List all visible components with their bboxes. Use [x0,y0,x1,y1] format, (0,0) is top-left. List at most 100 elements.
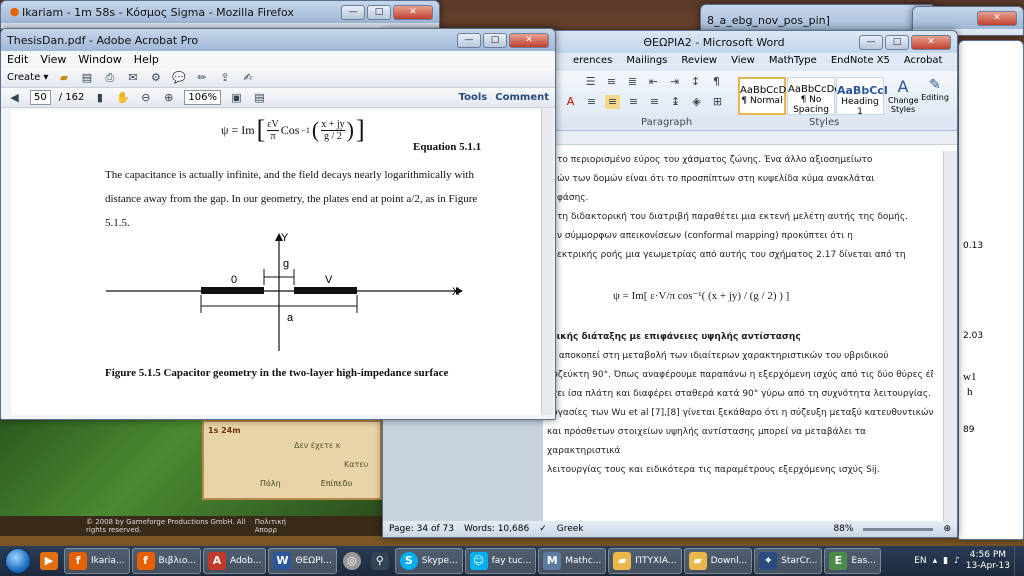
borders-icon[interactable]: ⊞ [710,95,725,109]
align-center-icon[interactable]: ≡ [605,95,620,109]
sort-icon[interactable]: ↕ [688,75,703,89]
close-button[interactable]: ✕ [977,10,1017,26]
network-icon[interactable]: ▮ [943,556,948,566]
create-button[interactable]: Create ▾ [7,72,48,83]
firefox-titlebar[interactable]: ● Ikariam - 1m 58s - Κόσμος Sigma - Mozi… [1,1,439,23]
comment-bubble-icon[interactable]: 💬 [171,71,186,85]
close-button[interactable]: ✕ [393,4,433,20]
background-window-2-titlebar[interactable]: ✕ [913,7,1023,29]
save-icon[interactable]: ▤ [79,71,94,85]
select-icon[interactable]: ▮ [92,91,107,105]
minimize-button[interactable]: — [859,34,883,50]
tab-review[interactable]: Review [681,55,717,71]
taskbar-item-adobe[interactable]: A Adob... [202,548,267,574]
taskbar-item-mathcad[interactable]: M Mathc... [538,548,607,574]
status-language[interactable]: Greek [557,524,584,534]
taskbar-item-skype[interactable]: S Skype... [394,548,463,574]
zoom-select[interactable]: 106% [184,90,221,105]
maximize-button[interactable]: □ [367,4,391,20]
show-desktop-button[interactable] [1014,546,1024,576]
font-color-icon[interactable]: A [563,95,578,109]
language-indicator[interactable]: EN [914,556,926,566]
taskbar-item-steam[interactable]: ⚲ [367,548,393,574]
align-left-icon[interactable]: ≡ [584,95,599,109]
highlight-icon[interactable]: ✏ [194,71,209,85]
taskbar-item-media[interactable]: ▶ [36,548,62,574]
hand-icon[interactable]: ✋ [115,91,130,105]
increase-indent-icon[interactable]: ⇥ [667,75,682,89]
print-icon[interactable]: ⎙ [102,71,117,85]
decrease-indent-icon[interactable]: ⇤ [646,75,661,89]
taskbar-item-easy[interactable]: E Eas... [824,548,881,574]
fit-page-icon[interactable]: ▣ [229,91,244,105]
tools-pane-button[interactable]: Tools [459,92,488,103]
taskbar-item-chat[interactable]: ☺ fay tuc... [464,548,537,574]
word-scrollbar[interactable] [943,151,957,521]
zoom-in-icon[interactable]: ⊕ [161,91,176,105]
share-icon[interactable]: ⇪ [217,71,232,85]
pdf-scrollbar[interactable] [541,109,553,415]
right-partial-window[interactable]: 0.13 2.03 w1 h 89 [958,40,1024,540]
volume-icon[interactable]: ♪ [954,556,960,566]
taskbar-item-vivlio[interactable]: f Βιβλιο... [131,548,201,574]
taskbar-item-ikariam[interactable]: f Ikaria... [64,548,130,574]
status-page[interactable]: Page: 34 of 73 [389,524,454,534]
taskbar-item-downloads[interactable]: ▰ Downl... [683,548,753,574]
settings-icon[interactable]: ⚙ [148,71,163,85]
word-document[interactable]: το περιορισμένο εύρος του χάσματος ζώνης… [543,151,933,511]
maximize-button[interactable]: □ [483,32,507,48]
close-button[interactable]: ✕ [509,32,549,48]
tab-mathtype[interactable]: MathType [769,55,817,71]
minimize-button[interactable]: — [457,32,481,48]
editing-button[interactable]: ✎ Editing [920,77,950,102]
close-button[interactable]: ✕ [911,34,951,50]
change-styles-button[interactable]: A Change Styles [888,77,919,114]
zoom-in-icon[interactable]: ⊕ [943,524,951,534]
status-words[interactable]: Words: 10,686 [464,524,529,534]
taskbar-item-word[interactable]: W ΘΕΩΡΙ... [268,548,337,574]
menu-edit[interactable]: Edit [7,53,28,66]
pdf-page[interactable]: ψ = Im [ εV π Cos −1 ( x + jy g / 2 ) ] E… [11,109,541,415]
tray-expand-icon[interactable]: ▴ [933,556,938,566]
status-zoom[interactable]: 88% [833,524,853,534]
shading-icon[interactable]: ◈ [689,95,704,109]
justify-icon[interactable]: ≡ [647,95,662,109]
game-panel[interactable]: 1s 24m Δεν έχετε κ Κατευ Πόλη Επίπεδο [202,420,382,500]
acrobat-window[interactable]: ThesisDan.pdf - Adobe Acrobat Pro — □ ✕ … [0,28,556,420]
start-button[interactable] [0,546,36,576]
maximize-button[interactable]: □ [885,34,909,50]
minimize-button[interactable]: — [341,4,365,20]
multilevel-icon[interactable]: ≣ [625,75,640,89]
zoom-slider[interactable] [863,527,934,531]
menu-help[interactable]: Help [134,53,159,66]
tab-references[interactable]: erences [573,55,612,71]
align-right-icon[interactable]: ≡ [626,95,641,109]
zoom-out-icon[interactable]: ⊖ [138,91,153,105]
line-spacing-icon[interactable]: ↨ [668,95,683,109]
tab-acrobat[interactable]: Acrobat [904,55,943,71]
page-number-input[interactable]: 50 [30,90,51,105]
comment-pane-button[interactable]: Comment [495,92,549,103]
taskbar-item-ptyxia[interactable]: ▰ ΠΤΥΧΙΑ... [608,548,682,574]
tab-endnote[interactable]: EndNote X5 [831,55,890,71]
clock[interactable]: 4:56 PM 13-Apr-13 [966,550,1010,572]
taskbar-item-cd[interactable]: ◎ [339,548,365,574]
taskbar-item-starcraft[interactable]: ✦ StarCr... [754,548,823,574]
style-heading-1[interactable]: AaBbCcI Heading 1 [836,77,888,117]
style-no-spacing[interactable]: AaBbCcDd ¶ No Spacing [787,77,841,115]
fit-width-icon[interactable]: ▤ [252,91,267,105]
bullets-icon[interactable]: ☰ [583,75,598,89]
menu-view[interactable]: View [40,53,66,66]
tab-mailings[interactable]: Mailings [626,55,667,71]
game-policy-link[interactable]: Πολιτική Απορρ [255,518,298,534]
menu-window[interactable]: Window [78,53,121,66]
firefox-window[interactable]: ● Ikariam - 1m 58s - Κόσμος Sigma - Mozi… [0,0,440,30]
pilcrow-icon[interactable]: ¶ [709,75,724,89]
email-icon[interactable]: ✉ [125,71,140,85]
tab-view[interactable]: View [731,55,755,71]
sign-icon[interactable]: ✍ [240,71,255,85]
prev-page-icon[interactable]: ◀ [7,91,22,105]
acrobat-titlebar[interactable]: ThesisDan.pdf - Adobe Acrobat Pro — □ ✕ [1,29,555,51]
style-normal[interactable]: AaBbCcDd ¶ Normal [738,77,793,115]
open-icon[interactable]: ▰ [56,71,71,85]
